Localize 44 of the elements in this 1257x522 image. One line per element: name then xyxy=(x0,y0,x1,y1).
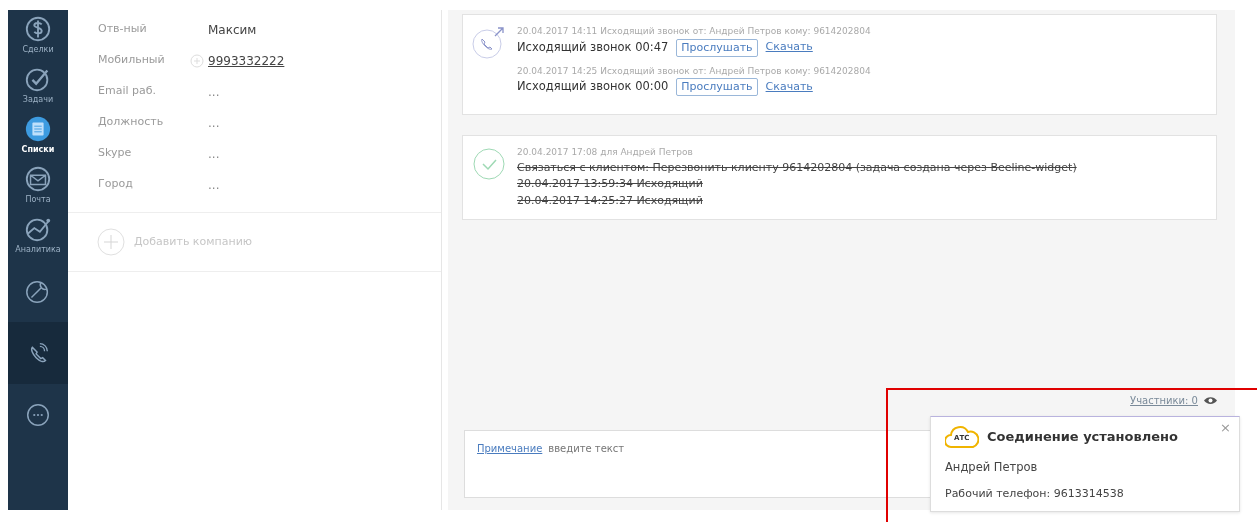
field-label: Отв-ный xyxy=(98,21,148,38)
caller-phone: Рабочий телефон: 9613314538 xyxy=(945,486,1125,503)
caller-name: Андрей Петров xyxy=(945,459,1039,476)
listen-button[interactable]: Прослушать xyxy=(676,78,758,96)
participants-link[interactable]: Участники: 0 xyxy=(1130,393,1217,408)
field-label: Мобильный xyxy=(98,52,166,69)
download-link[interactable]: Скачать xyxy=(765,39,813,56)
sidebar-item[interactable]: Аналитика xyxy=(8,210,68,260)
sidebar-item[interactable] xyxy=(8,322,68,384)
field-value: ... xyxy=(208,83,220,101)
call-meta: 20.04.2017 14:11 Исходящий звонок от: Андрей Петров кому: 9614202804 xyxy=(517,25,871,38)
eye-icon[interactable] xyxy=(1204,396,1217,405)
check-circle-icon[interactable] xyxy=(471,146,507,182)
field-value: ... xyxy=(208,145,220,163)
phone-link[interactable]: 9993332222 xyxy=(208,51,285,70)
field-value: ... xyxy=(208,176,220,194)
dollar-icon xyxy=(24,14,52,43)
sidebar-item[interactable]: Почта xyxy=(8,160,68,210)
task-text: 20.04.2017 14:25:27 Исходящий xyxy=(517,192,704,209)
call-title: Исходящий звонок 00:00 xyxy=(517,78,669,96)
note-type-link[interactable]: Примечание xyxy=(477,441,543,456)
download-link[interactable]: Скачать xyxy=(765,78,813,96)
call-meta: 20.04.2017 14:25 Исходящий звонок от: Андрей Петров кому: 9614202804 xyxy=(517,64,871,78)
cloud-icon xyxy=(945,425,979,449)
field-label: Email раб. xyxy=(98,83,158,100)
call-title: Исходящий звонок 00:47 xyxy=(517,38,669,56)
field-label: Город xyxy=(98,176,134,193)
task-text: Связаться с клиентом: Перезвонить клиенту 9614202804 (задача создана через Beeline-widget) xyxy=(517,159,1077,176)
field-value: ... xyxy=(208,114,220,132)
sidebar-item[interactable]: Сделки xyxy=(8,10,68,60)
chat-icon xyxy=(24,401,52,429)
sidebar-item[interactable]: Задачи xyxy=(8,60,68,110)
sidebar-item[interactable]: Списки xyxy=(8,110,68,160)
close-button[interactable]: × xyxy=(1220,421,1231,434)
notification-title: Соединение установлено xyxy=(987,428,1178,447)
list-icon xyxy=(24,114,52,143)
outgoing-call-icon xyxy=(471,25,507,61)
field-label: Skype xyxy=(98,145,133,162)
task-text: 20.04.2017 13:59:34 Исходящий xyxy=(517,176,704,192)
field-value: Максим xyxy=(208,21,257,39)
task-meta: 20.04.2017 17:08 для Андрей Петров xyxy=(517,146,694,159)
envelope-icon xyxy=(24,164,52,193)
listen-button[interactable]: Прослушать xyxy=(676,38,758,57)
field-label: Должность xyxy=(98,114,165,131)
